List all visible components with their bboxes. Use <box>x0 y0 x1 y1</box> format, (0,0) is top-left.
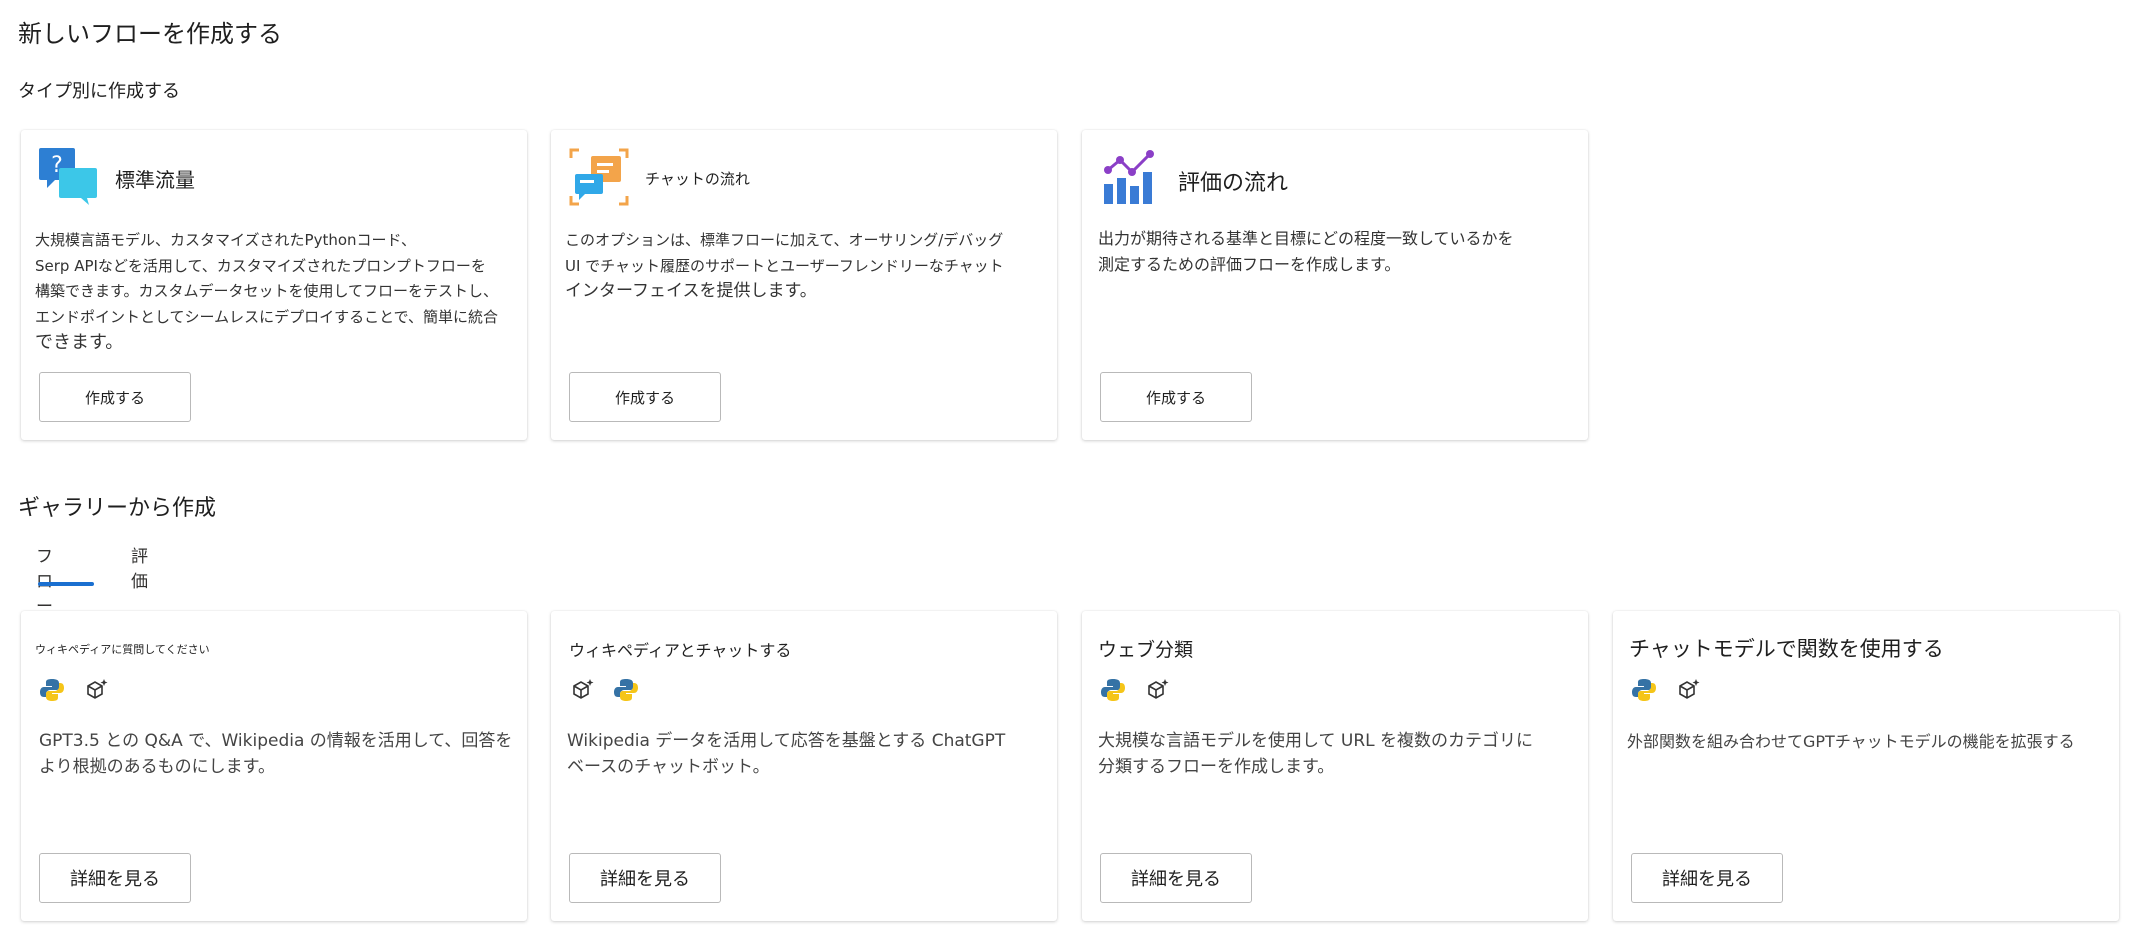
create-standard-flow-button[interactable]: 作成する <box>39 372 191 422</box>
openai-icon <box>1675 677 1705 707</box>
web-classification-desc: 大規模な言語モデルを使用して URL を複数のカテゴリに 分類するフローを作成し… <box>1098 731 1534 777</box>
standard-flow-desc: 大規模言語モデル、カスタマイズされたPythonコード、 Serp APIなどを… <box>35 231 499 353</box>
python-icon <box>1631 677 1661 707</box>
chat-flow-icon <box>569 148 629 210</box>
chat-flow-desc: このオプションは、標準フローに加えて、オーサリング/デバッグ UI でチャット履… <box>565 231 1004 301</box>
ask-wikipedia-title: ウィキペディアに質問してください <box>35 643 210 656</box>
chat-wikipedia-title: ウィキペディアとチャットする <box>569 641 792 660</box>
ask-wikipedia-desc: GPT3.5 との Q&A で、Wikipedia の情報を活用して、回答を よ… <box>39 731 513 777</box>
web-classification-title: ウェブ分類 <box>1098 639 1194 661</box>
web-classification-details-button[interactable]: 詳細を見る <box>1100 853 1252 903</box>
openai-icon <box>1144 677 1174 707</box>
gallery-heading: ギャラリーから作成 <box>18 496 217 521</box>
chat-flow-title: チャットの流れ <box>645 170 750 188</box>
evaluation-flow-desc: 出力が期待される基準と目標にどの程度一致しているかを 測定するための評価フローを… <box>1098 229 1514 274</box>
chat-wikipedia-desc: Wikipedia データを活用して応答を基盤とする ChatGPT ベースのチ… <box>567 731 1006 777</box>
web-classification-chips <box>1100 677 1174 707</box>
openai-icon <box>569 677 599 707</box>
ask-wikipedia-card[interactable]: ウィキペディアに質問してください GPT3.5 との Q&A で、Wikiped… <box>21 611 527 921</box>
ask-wikipedia-details-button[interactable]: 詳細を見る <box>39 853 191 903</box>
evaluation-flow-card: 評価の流れ 出力が期待される基準と目標にどの程度一致しているかを 測定するための… <box>1082 130 1588 440</box>
create-by-type-heading: タイプ別に作成する <box>18 81 180 102</box>
python-icon <box>613 677 643 707</box>
chat-wikipedia-card[interactable]: ウィキペディアとチャットする Wikipedia データを活用して応答を基盤とす… <box>551 611 1057 921</box>
chat-wikipedia-chips <box>569 677 643 707</box>
chat-functions-desc: 外部関数を組み合わせてGPTチャットモデルの機能を拡張する <box>1627 732 2075 751</box>
chat-wikipedia-details-button[interactable]: 詳細を見る <box>569 853 721 903</box>
openai-icon <box>83 677 113 707</box>
python-icon <box>1100 677 1130 707</box>
chat-functions-card[interactable]: チャットモデルで関数を使用する 外部関数を組み合わせてGPTチャットモデルの機能… <box>1613 611 2119 921</box>
chat-functions-title: チャットモデルで関数を使用する <box>1629 637 1944 661</box>
python-icon <box>39 677 69 707</box>
tab-flow[interactable]: フロー <box>36 540 53 619</box>
evaluation-chart-icon <box>1102 150 1158 210</box>
chat-functions-details-button[interactable]: 詳細を見る <box>1631 853 1783 903</box>
tab-selected-indicator <box>38 582 94 586</box>
evaluation-flow-title: 評価の流れ <box>1178 171 1289 196</box>
chat-functions-chips <box>1631 677 1705 707</box>
ask-wikipedia-chips <box>39 677 113 707</box>
tab-evaluation[interactable]: 評価 <box>131 540 148 594</box>
standard-flow-card: ? 標準流量 大規模言語モデル、カスタマイズされたPythonコード、 Serp… <box>21 130 527 440</box>
create-chat-flow-button[interactable]: 作成する <box>569 372 721 422</box>
chat-flow-card: チャットの流れ このオプションは、標準フローに加えて、オーサリング/デバッグ U… <box>551 130 1057 440</box>
standard-flow-title: 標準流量 <box>115 168 195 192</box>
create-evaluation-flow-button[interactable]: 作成する <box>1100 372 1252 422</box>
chat-question-icon: ? <box>39 148 99 210</box>
web-classification-card[interactable]: ウェブ分類 大規模な言語モデルを使用して URL を複数のカテゴリに 分類するフ… <box>1082 611 1588 921</box>
page-title: 新しいフローを作成する <box>18 20 282 48</box>
